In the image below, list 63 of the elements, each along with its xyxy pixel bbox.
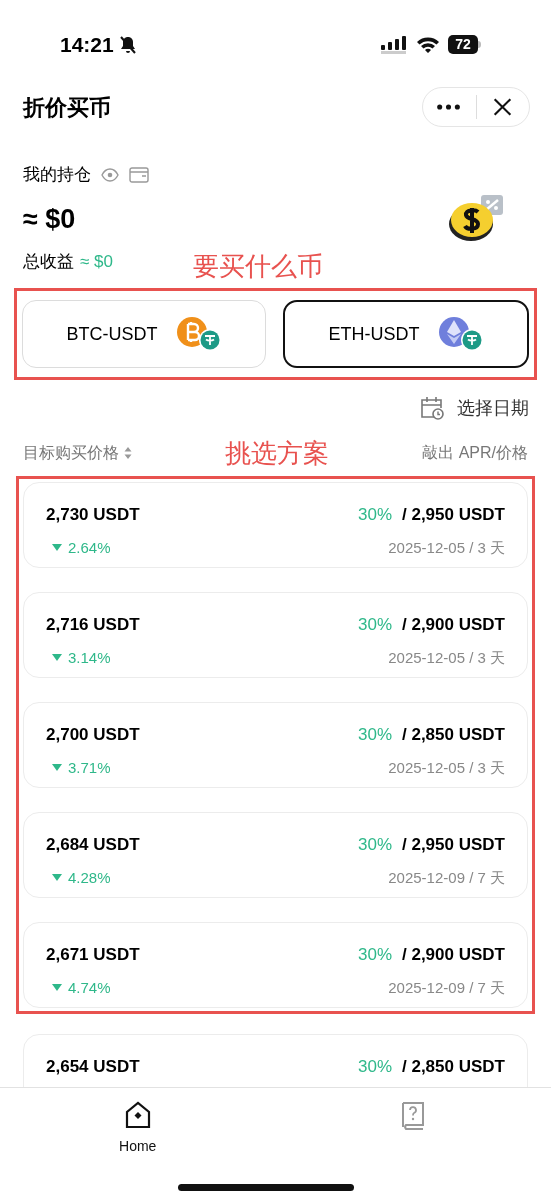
signal-icon <box>381 35 408 54</box>
discount-percent: 4.28% <box>68 867 111 888</box>
expiry-term: 2025-12-09 / 7 天 <box>388 977 505 998</box>
plan-price: 2,716 USDT <box>46 614 140 637</box>
plan-price: 2,730 USDT <box>46 504 140 527</box>
plan-card[interactable]: 2,684 USDT 30% / 2,950 USDT 4.28% 2025-12-09 / 7 天 <box>23 812 528 898</box>
expiry-term: 2025-12-05 / 3 天 <box>388 537 505 558</box>
plan-card[interactable]: 2,730 USDT 30% / 2,950 USDT 2.64% 2025-12-05 / 3 天 <box>23 482 528 568</box>
discount-percent: 3.71% <box>68 757 111 778</box>
knockout-price: / 2,850 USDT <box>402 1056 505 1079</box>
wallet-icon[interactable] <box>129 167 149 183</box>
apr-value: 30% <box>357 834 392 857</box>
holdings-value: ≈ $0 <box>23 202 76 236</box>
calendar-icon <box>419 395 445 421</box>
sort-icon <box>124 446 132 460</box>
coin-pair-icon <box>175 316 222 352</box>
down-triangle-icon <box>52 544 62 552</box>
knockout-price: / 2,850 USDT <box>402 724 505 747</box>
date-picker-button[interactable]: 选择日期 <box>419 393 529 423</box>
expiry-term: 2025-12-05 / 3 天 <box>388 647 505 668</box>
wifi-icon <box>416 35 440 54</box>
knockout-price: / 2,950 USDT <box>402 834 505 857</box>
plan-card[interactable]: 2,700 USDT 30% / 2,850 USDT 3.71% 2025-12-05 / 3 天 <box>23 702 528 788</box>
apr-value: 30% <box>357 504 392 527</box>
apr-value: 30% <box>357 724 392 747</box>
plan-card[interactable]: 2,716 USDT 30% / 2,900 USDT 3.14% 2025-12-05 / 3 天 <box>23 592 528 678</box>
down-triangle-icon <box>52 984 62 992</box>
apr-value: 30% <box>357 614 392 637</box>
sort-column-header[interactable]: 目标购买价格 <box>23 441 132 465</box>
page-title: 折价买币 <box>23 93 111 122</box>
plan-card[interactable]: 2,654 USDT 30% / 2,850 USDT <box>23 1034 528 1087</box>
tab-button[interactable]: Home <box>0 1088 276 1158</box>
holdings-label: 我的持仓 <box>23 164 91 187</box>
plan-price: 2,684 USDT <box>46 834 140 857</box>
clock-time: 14:21 <box>60 31 114 58</box>
expiry-term: 2025-12-05 / 3 天 <box>388 757 505 778</box>
muted-bell-icon <box>117 34 138 55</box>
knockout-price: / 2,900 USDT <box>402 944 505 967</box>
pair-button[interactable]: BTC-USDT <box>22 300 266 368</box>
apr-value: 30% <box>357 944 392 967</box>
plan-price: 2,671 USDT <box>46 944 140 967</box>
apr-value: 30% <box>357 1056 392 1079</box>
down-triangle-icon <box>52 874 62 882</box>
discount-percent: 4.74% <box>68 977 111 998</box>
down-triangle-icon <box>52 764 62 772</box>
annotation-label: 要买什么币 <box>192 253 323 279</box>
knockout-price: / 2,900 USDT <box>402 614 505 637</box>
annotation-label: 挑选方案 <box>225 440 330 466</box>
plan-card[interactable]: 2,671 USDT 30% / 2,900 USDT 4.74% 2025-12-09 / 7 天 <box>23 922 528 1008</box>
discount-percent: 2.64% <box>68 537 111 558</box>
column-header: 敲出 APR/价格 <box>422 443 528 463</box>
earnings-label: 总收益 <box>23 251 74 274</box>
battery-icon: 72 <box>448 35 481 54</box>
expiry-term: 2025-12-09 / 7 天 <box>388 867 505 888</box>
knockout-price: / 2,950 USDT <box>402 504 505 527</box>
earnings-value: ≈ $0 <box>80 251 113 274</box>
discount-percent: 3.14% <box>68 647 111 668</box>
pair-button[interactable]: ETH-USDT <box>283 300 529 368</box>
eye-icon[interactable] <box>101 168 119 182</box>
down-triangle-icon <box>52 654 62 662</box>
coin-pair-icon <box>437 316 484 352</box>
plan-price: 2,654 USDT <box>46 1056 140 1079</box>
plan-price: 2,700 USDT <box>46 724 140 747</box>
